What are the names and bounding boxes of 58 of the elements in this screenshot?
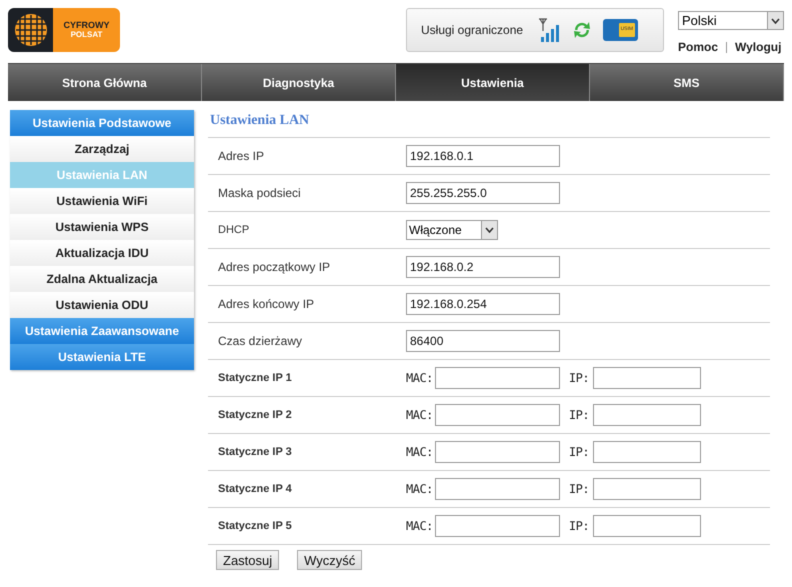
ip-label: IP: [568,481,590,498]
field-label: Statyczne IP 3 [217,444,293,460]
mac-input[interactable] [434,367,560,389]
status-text: Usługi ograniczone [421,22,524,39]
globe-icon [14,13,48,47]
input-field[interactable]: 192.168.0.254 [406,293,560,315]
mac-label: MAC: [406,518,433,535]
logo-text: CYFROWY [64,21,110,30]
form-button[interactable]: Wyczyść [297,550,362,570]
field-label: Statyczne IP 5 [217,518,293,534]
section-title: Ustawienia LAN [209,112,310,129]
mac-label: MAC: [406,444,433,461]
field-label: Statyczne IP 1 [217,370,293,386]
sidebar-item[interactable]: Zarządzaj [10,136,194,162]
field-label: Statyczne IP 4 [217,482,293,497]
sidebar-item[interactable]: Ustawienia WiFi [10,188,194,214]
form-button[interactable]: Zastosuj [216,550,280,570]
ip-input[interactable] [593,515,702,537]
sidebar-item[interactable]: Zdalna Aktualizacja [10,266,194,292]
sidebar-item[interactable]: Aktualizacja IDU [10,240,194,266]
mac-input[interactable] [434,404,560,426]
ip-label: IP: [568,370,590,387]
mac-input[interactable] [434,441,560,463]
signal-icon [537,17,562,43]
mac-label: MAC: [406,481,433,498]
ip-input[interactable] [593,478,702,500]
field-label: Maska podsieci [217,185,302,202]
mac-input[interactable] [434,478,560,500]
ip-label: IP: [568,444,590,461]
field-label: DHCP [217,222,250,238]
ip-input[interactable] [593,404,702,426]
input-field[interactable]: 192.168.0.1 [406,145,560,167]
field-label: Czas dzierżawy [217,333,304,350]
header-link[interactable]: Pomoc [678,38,718,56]
header-link[interactable]: Wyloguj [735,38,782,56]
logo-subtext: POLSAT [70,30,102,39]
input-field[interactable]: 255.255.255.0 [406,182,560,204]
field-label: Adres końcowy IP [217,296,316,313]
ip-label: IP: [568,407,590,424]
field-label: Statyczne IP 2 [217,408,293,423]
ip-input[interactable] [593,441,702,463]
input-field[interactable]: 86400 [406,330,560,352]
sidebar-item[interactable]: Ustawienia WPS [10,214,194,240]
language-select[interactable]: Polski [678,11,784,30]
ip-label: IP: [568,518,590,535]
sidebar-item[interactable]: Ustawienia ODU [10,292,194,318]
nav-tab[interactable]: Diagnostyka [202,64,396,101]
nav-tab[interactable]: Ustawienia [396,64,590,101]
mac-label: MAC: [406,370,433,387]
nav-tab[interactable]: SMS [590,64,784,101]
mac-input[interactable] [434,515,560,537]
dhcp-select[interactable]: Włączone [406,220,498,240]
nav-tab[interactable]: Strona Główna [8,64,202,101]
field-label: Adres IP [217,148,266,165]
ip-input[interactable] [593,367,702,389]
field-label: Adres początkowy IP [217,259,332,276]
mac-label: MAC: [406,407,433,424]
input-field[interactable]: 192.168.0.2 [406,256,560,278]
